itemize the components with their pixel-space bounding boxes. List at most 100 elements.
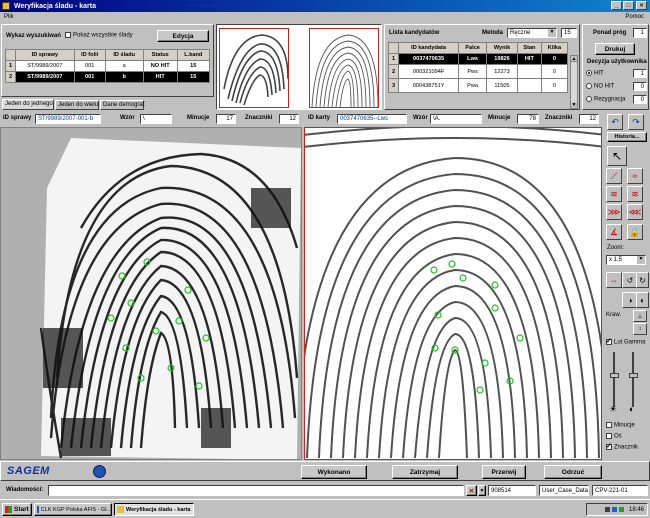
app-icon [2, 2, 10, 10]
angle-tool-icon[interactable]: ∡ [606, 224, 622, 240]
thumbnail-panel [216, 24, 382, 110]
start-button[interactable]: Start [2, 503, 32, 516]
emblem-icon [93, 465, 106, 478]
lut-gamma-checkbox[interactable]: Lut Gamma [606, 337, 645, 346]
table-row[interactable]: 3 000438751Y Pwa 11505 0 [388, 78, 569, 93]
pattern-select[interactable]: \A. [430, 114, 482, 124]
clear-messages-icon[interactable]: ✕ [466, 485, 477, 496]
stop-button[interactable]: Zatrzymaj [392, 465, 458, 479]
brightness-slider[interactable] [610, 352, 619, 407]
abort-button[interactable]: Przerwij [482, 465, 526, 479]
card-print-view[interactable] [304, 127, 602, 460]
lock-icon[interactable]: 🔒 [627, 224, 643, 240]
mark-tool-icon[interactable]: ⋙ [606, 204, 622, 220]
tray-icon[interactable] [611, 507, 617, 512]
candidates-scrollbar[interactable]: ▲ ▼ [570, 55, 578, 109]
done-button[interactable]: Wykonano [301, 465, 367, 479]
brightness-icon: ☀ [609, 404, 618, 414]
card-thumbnail[interactable] [309, 28, 379, 108]
title-bar: Weryfikacja śladu - karta _ □ × [0, 0, 650, 12]
tab-bar: Jeden do jednego Jeden do wielu Dane dem… [1, 99, 215, 110]
col-header[interactable]: L.kand [176, 49, 211, 61]
method-count-field[interactable]: 15 [561, 28, 577, 38]
threshold-field[interactable]: 1 [633, 28, 647, 38]
menu-file[interactable]: Plik [4, 14, 14, 20]
axis-checkbox[interactable]: Oś [606, 433, 622, 440]
taskbar-item-verify[interactable]: Weryfikacja śladu - karta [114, 503, 194, 516]
curve-tool-icon[interactable]: ≈ [627, 168, 643, 184]
minimize-button[interactable]: _ [611, 1, 622, 10]
col-header[interactable]: Palce [458, 42, 488, 54]
draw-label: Kraw. [606, 312, 622, 318]
col-header[interactable]: ID kandydata [397, 42, 460, 54]
flip-tool-icon[interactable]: ⇔ [606, 272, 622, 288]
col-header[interactable]: Kilka [540, 42, 569, 54]
redo-icon[interactable]: ↷ [628, 114, 644, 130]
ridge-tool-icon[interactable]: ≋ [606, 186, 622, 202]
checkbox-icon [606, 442, 612, 450]
print-button[interactable]: Drukuj [595, 43, 635, 55]
resign-count: 0 [633, 95, 647, 104]
dropdown-icon[interactable]: ▼ [478, 485, 486, 496]
mark-erase-icon[interactable]: ⋘ [627, 204, 643, 220]
candidates-label: Lista kandydatów [389, 30, 440, 36]
col-header[interactable]: ID sprawy [15, 49, 75, 61]
table-row-selected[interactable]: 2 ST/9989/2007 001 b HIT 15 [5, 71, 211, 83]
undo-icon[interactable]: ↶ [607, 114, 623, 130]
latent-thumbnail[interactable] [219, 28, 289, 108]
col-header[interactable]: Wynik [486, 42, 518, 54]
decision-option-nohit[interactable]: NO HIT [586, 83, 614, 90]
checkbox-icon [65, 32, 71, 38]
tray-icon[interactable] [618, 507, 624, 512]
case-id-label: ID sprawy [3, 115, 32, 121]
candidates-panel: Lista kandydatów Metoda Ręczne ▼ 15 ID k… [384, 24, 580, 110]
edit-button[interactable]: Edycja [157, 30, 209, 42]
tray-icon[interactable] [604, 507, 610, 512]
method-select[interactable]: Ręczne ▼ [507, 28, 557, 38]
tab-one-to-many[interactable]: Jeden do wielu [55, 100, 99, 110]
candidates-table: ID kandydata Palce Wynik Stan Kilka 1 00… [388, 42, 569, 93]
tab-one-to-one[interactable]: Jeden do jednego [2, 99, 54, 110]
zoom-select[interactable]: x 1.5 ▼ [606, 255, 646, 265]
scroll-down-icon[interactable]: ▼ [571, 102, 577, 108]
decision-option-hit[interactable]: HIT [586, 70, 604, 77]
rotate-right-icon[interactable]: ↻ [636, 272, 649, 288]
col-header[interactable]: Stan [516, 42, 542, 54]
arrow-pointer-icon[interactable]: ↖ [607, 146, 627, 166]
slider-thumb[interactable] [629, 373, 638, 378]
line-tool-icon[interactable]: ⟋ [606, 168, 622, 184]
scroll-up-icon[interactable]: ▲ [571, 56, 577, 62]
app-icon [117, 506, 124, 513]
latent-print-view[interactable] [0, 127, 302, 460]
maximize-button[interactable]: □ [623, 1, 634, 10]
close-button[interactable]: × [636, 1, 647, 10]
tab-demographics[interactable]: Dane demograf. [100, 100, 146, 110]
reject-button[interactable]: Odrzuć [544, 465, 602, 479]
pattern-select[interactable]: \ [140, 114, 172, 124]
contrast-slider[interactable] [629, 352, 638, 407]
table-row[interactable]: 1 ST/9989/2007 001 a NO HIT 15 [5, 60, 211, 72]
tool-column: ↶ ↷ Historia... ↖ ⟋ ≈ ≋ ≋ ⋙ ⋘ ∡ 🔒 Zoom: … [603, 112, 650, 460]
ridge-count-icon[interactable]: ≋ [627, 186, 643, 202]
marker-checkbox[interactable]: Znacznik [606, 442, 638, 451]
edge-alt-icon[interactable]: ↕ [633, 323, 647, 335]
radio-icon [586, 70, 592, 76]
show-all-checkbox[interactable]: Pokaż wszystkie ślady [65, 32, 133, 39]
threshold-label: Ponad próg [593, 30, 627, 36]
menu-help[interactable]: Pomoc [625, 14, 644, 20]
edge-tool-icon[interactable]: ⊥ [633, 310, 647, 322]
status-field-2: User_Case_Data [539, 485, 589, 496]
mirror-alt-icon[interactable]: ◐ [636, 292, 649, 308]
taskbar-item-afis[interactable]: CLK KGP Polska AFIS - Gl... [34, 503, 112, 516]
col-header[interactable]: ID śladu [104, 49, 144, 61]
col-header[interactable]: Status [142, 49, 178, 61]
decision-option-resign[interactable]: Rezygnacja [586, 96, 625, 103]
minutiae-checkbox[interactable]: Minucje [606, 422, 635, 429]
card-id-label: ID karty [308, 115, 331, 121]
slider-thumb[interactable] [610, 373, 619, 378]
table-row[interactable]: 2 000321094F Pws 12273 0 [388, 64, 569, 79]
table-row-selected[interactable]: 1 0037470635 Lws 19826 HIT 0 [388, 53, 569, 65]
method-label: Metoda [482, 30, 503, 36]
col-header[interactable]: ID folii [73, 49, 106, 61]
history-button[interactable]: Historia... [607, 132, 647, 142]
